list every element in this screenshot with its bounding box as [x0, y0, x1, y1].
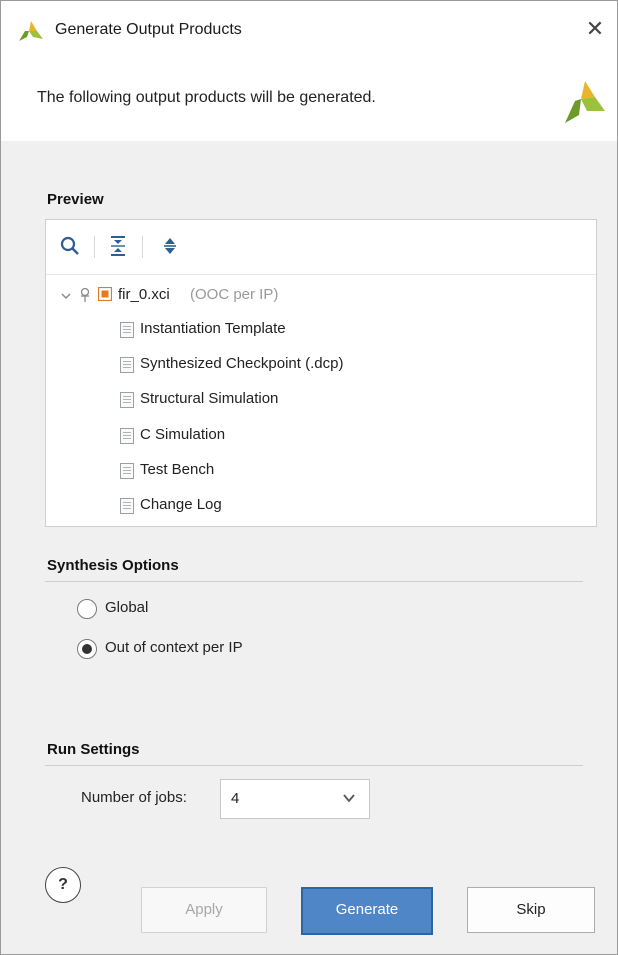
tree-item-label: Structural Simulation [140, 390, 279, 407]
close-icon[interactable]: ✕ [586, 16, 604, 41]
dialog-window: Generate Output Products ✕ The following… [0, 0, 618, 955]
document-icon [120, 463, 134, 479]
tree-item[interactable]: Instantiation Template [120, 318, 570, 344]
tree-root-suffix: (OOC per IP) [190, 286, 279, 303]
pin-icon [80, 287, 90, 302]
tree-item-label: Change Log [140, 496, 222, 513]
tree-item[interactable]: Test Bench [120, 459, 570, 485]
generate-button[interactable]: Generate [301, 887, 433, 935]
preview-section-title: Preview [47, 191, 104, 208]
help-button[interactable]: ? [45, 867, 81, 903]
jobs-select[interactable]: 4 [220, 779, 370, 819]
radio-out-of-context[interactable] [77, 639, 97, 659]
preview-panel: fir_0.xci (OOC per IP) Instantiation Tem… [45, 219, 597, 527]
ip-core-icon [98, 287, 112, 301]
radio-out-of-context-label[interactable]: Out of context per IP [105, 639, 243, 656]
chevron-down-icon[interactable] [60, 290, 72, 302]
chevron-down-icon[interactable] [343, 792, 355, 804]
document-icon [120, 357, 134, 373]
tree-item-label: C Simulation [140, 426, 226, 443]
title-bar: Generate Output Products ✕ [1, 1, 617, 57]
synthesis-section-title: Synthesis Options [47, 557, 179, 574]
tree-root-row[interactable]: fir_0.xci (OOC per IP) [60, 284, 580, 310]
expand-all-icon[interactable] [158, 234, 182, 258]
jobs-select-value: 4 [231, 790, 240, 807]
search-icon[interactable] [58, 234, 82, 258]
radio-global[interactable] [77, 599, 97, 619]
tree-item[interactable]: Synthesized Checkpoint (.dcp) [120, 353, 570, 379]
window-title: Generate Output Products [55, 21, 242, 38]
document-icon [120, 392, 134, 408]
help-icon[interactable]: ? [58, 876, 68, 893]
header-banner: The following output products will be ge… [1, 57, 617, 141]
section-divider [45, 765, 583, 766]
banner-message: The following output products will be ge… [37, 89, 376, 106]
skip-button[interactable]: Skip [467, 887, 595, 933]
vivado-banner-logo-icon [565, 81, 605, 123]
apply-button[interactable]: Apply [141, 887, 267, 933]
tree-item-label: Synthesized Checkpoint (.dcp) [140, 355, 344, 372]
jobs-label: Number of jobs: [81, 789, 187, 806]
radio-global-label[interactable]: Global [105, 599, 148, 616]
tree-item[interactable]: Structural Simulation [120, 388, 570, 414]
tree-root-name: fir_0.xci [118, 286, 170, 303]
document-icon [120, 428, 134, 444]
toolbar-divider [94, 236, 95, 258]
run-settings-section-title: Run Settings [47, 741, 140, 758]
collapse-all-icon[interactable] [106, 234, 130, 258]
document-icon [120, 322, 134, 338]
tree-item-label: Test Bench [140, 461, 215, 478]
toolbar-divider [142, 236, 143, 258]
tree-item[interactable]: C Simulation [120, 424, 570, 450]
tree-item[interactable]: Change Log [120, 494, 570, 520]
vivado-logo-icon [19, 21, 43, 41]
preview-toolbar [46, 220, 596, 275]
document-icon [120, 498, 134, 514]
tree-item-label: Instantiation Template [140, 320, 286, 337]
close-button[interactable]: ✕ [579, 13, 611, 45]
section-divider [45, 581, 583, 582]
